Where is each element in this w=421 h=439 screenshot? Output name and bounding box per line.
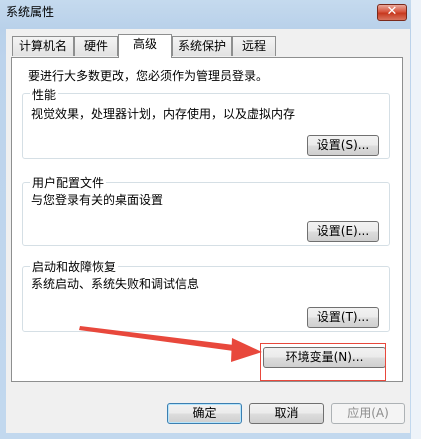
annotation-arrow xyxy=(79,326,262,362)
tab-advanced[interactable]: 高级 xyxy=(118,34,172,58)
annotation-arrow-head xyxy=(231,338,262,362)
annotation-arrow-shaft xyxy=(79,326,242,352)
